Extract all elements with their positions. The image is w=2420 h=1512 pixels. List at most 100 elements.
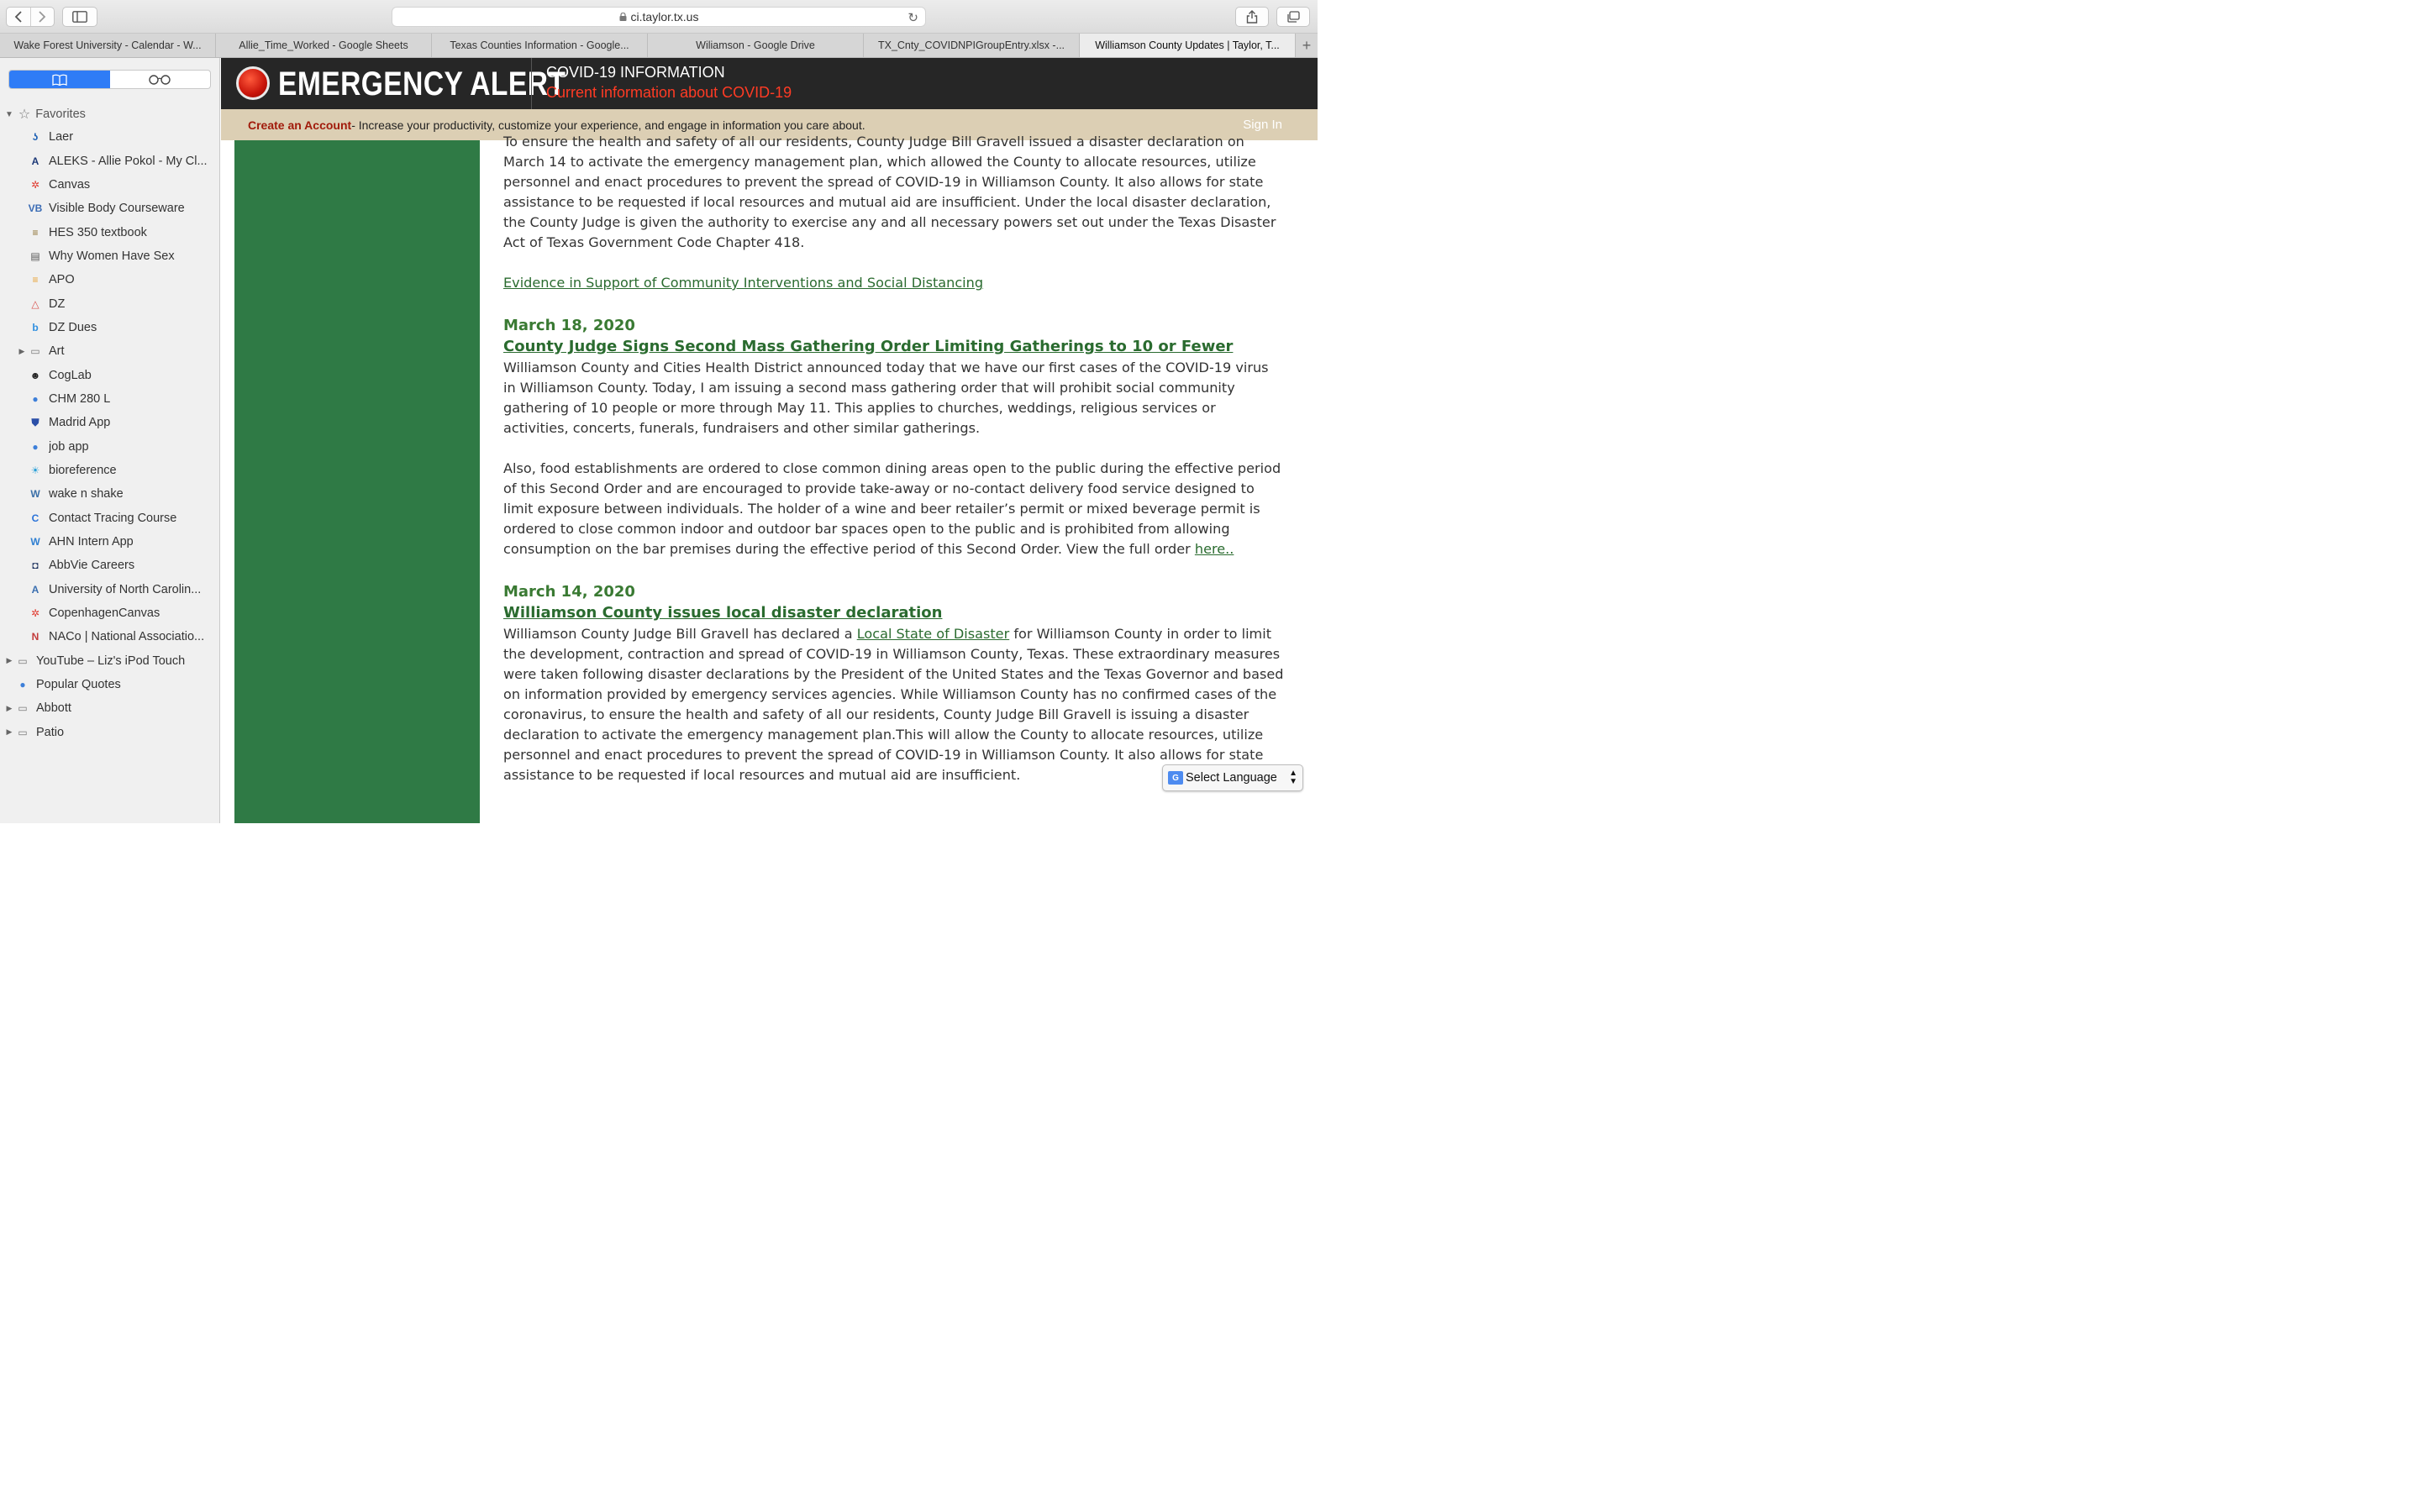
wordpress-icon: W: [30, 488, 40, 501]
create-account-link[interactable]: Create an Account: [248, 118, 351, 132]
post-date: March 14, 2020: [503, 583, 635, 601]
google-translate-icon: G: [1168, 771, 1183, 785]
bookmark-label: Popular Quotes: [36, 678, 121, 692]
bookmark-label: AbbVie Careers: [49, 559, 135, 573]
bookmark-item[interactable]: ◘ AbbVie Careers: [0, 554, 220, 577]
tab-label: Williamson County Updates | Taylor, T...: [1095, 39, 1280, 51]
local-state-of-disaster-link[interactable]: Local State of Disaster: [857, 626, 1010, 642]
folder-icon: ▭: [18, 654, 28, 667]
tab-texas-counties[interactable]: Texas Counties Information - Google...: [432, 34, 648, 57]
bookmark-item[interactable]: ▶ ▭ YouTube – Liz's iPod Touch: [0, 649, 220, 673]
folder-icon: ▭: [18, 702, 28, 715]
coglab-icon: ☻: [29, 369, 41, 381]
chevron-right-icon: [39, 11, 46, 23]
disclosure-down-icon[interactable]: ▼: [5, 110, 13, 119]
emergency-alert-banner[interactable]: EMERGENCY ALERT COVID-19 INFORMATION Cur…: [221, 58, 1318, 109]
bookmark-label: Art: [49, 344, 65, 359]
bookmark-item[interactable]: ✲ Canvas: [0, 173, 220, 197]
bookmark-item[interactable]: △ DZ: [0, 291, 220, 315]
account-banner-text: - Increase your productivity, customize …: [351, 118, 865, 132]
bookmark-item[interactable]: VB Visible Body Courseware: [0, 197, 220, 220]
reload-icon[interactable]: ↻: [908, 10, 918, 25]
bookmark-item[interactable]: ● CHM 280 L: [0, 387, 220, 411]
bookmark-item[interactable]: A ALEKS - Allie Pokol - My Cl...: [0, 149, 220, 172]
bookmark-label: Madrid App: [49, 416, 111, 430]
forward-button[interactable]: [29, 8, 55, 26]
post-date: March 18, 2020: [503, 317, 635, 334]
bookmark-item[interactable]: ▤ Why Women Have Sex: [0, 244, 220, 268]
bookmark-item[interactable]: W AHN Intern App: [0, 530, 220, 554]
naco-icon: N: [31, 631, 39, 643]
bioreference-icon: ☀: [30, 464, 40, 476]
disclosure-right-icon[interactable]: ▶: [16, 347, 28, 356]
bookmark-item[interactable]: ✲ CopenhagenCanvas: [0, 601, 220, 625]
back-button[interactable]: [7, 8, 30, 26]
bookmark-label: CogLab: [49, 368, 92, 382]
bookmark-item[interactable]: b DZ Dues: [0, 316, 220, 339]
bookmark-label: Canvas: [49, 177, 91, 192]
sign-in-link[interactable]: Sign In: [1243, 118, 1282, 132]
reading-list-tab[interactable]: [110, 71, 211, 88]
new-tab-button[interactable]: +: [1296, 34, 1318, 57]
full-order-link[interactable]: here..: [1195, 541, 1234, 557]
tab-williamson-county-updates[interactable]: Williamson County Updates | Taylor, T...: [1080, 34, 1296, 57]
navigation-buttons: [6, 7, 55, 27]
bookmark-item[interactable]: N NACo | National Associatio...: [0, 625, 220, 648]
post-headline-link[interactable]: Williamson County issues local disaster …: [503, 602, 1285, 624]
bookmarks-tab[interactable]: [9, 71, 110, 88]
bookmark-item[interactable]: ▶ ▭ Abbott: [0, 696, 220, 720]
tab-williamson-drive[interactable]: Wiliamson - Google Drive: [648, 34, 864, 57]
sidebar-toggle-button[interactable]: [62, 7, 97, 27]
post-headline-link[interactable]: County Judge Signs Second Mass Gathering…: [503, 336, 1285, 358]
bookmark-item[interactable]: ʖ Laer: [0, 125, 220, 149]
disclosure-right-icon[interactable]: ▶: [3, 727, 15, 737]
alert-info-title[interactable]: COVID-19 INFORMATION: [546, 64, 725, 81]
tab-allie-time-worked[interactable]: Allie_Time_Worked - Google Sheets: [216, 34, 432, 57]
url-text: ci.taylor.tx.us: [630, 10, 699, 24]
bookmark-label: CopenhagenCanvas: [49, 606, 160, 621]
bookmark-item[interactable]: ▶ ▭ Patio: [0, 721, 220, 744]
disclosure-right-icon[interactable]: ▶: [3, 704, 15, 713]
select-language-dropdown[interactable]: G Select Language ▲ ▼: [1162, 764, 1303, 791]
bookmark-item[interactable]: ☀ bioreference: [0, 459, 220, 482]
bookmark-item[interactable]: A University of North Carolin...: [0, 578, 220, 601]
post-paragraph: Williamson County Judge Bill Gravell has…: [503, 624, 1285, 785]
alert-info-subtitle[interactable]: Current information about COVID-19: [546, 84, 792, 102]
sidebar-icon: [72, 11, 87, 23]
bookmark-item[interactable]: ● job app: [0, 434, 220, 458]
aleks-icon: A: [31, 155, 39, 167]
bookmark-item[interactable]: ≡ APO: [0, 268, 220, 291]
bookmark-item[interactable]: Wwake n shake: [0, 482, 220, 506]
bookmarks-list: ʖ Laer A ALEKS - Allie Pokol - My Cl... ✲ Can…: [0, 125, 220, 744]
disclosure-right-icon[interactable]: ▶: [3, 656, 15, 665]
bookmark-item[interactable]: ☻ CogLab: [0, 363, 220, 386]
bookmark-item[interactable]: ● Popular Quotes: [0, 673, 220, 696]
bookmark-label: bioreference: [49, 463, 117, 477]
evidence-link[interactable]: Evidence in Support of Community Interve…: [503, 275, 983, 291]
address-bar[interactable]: ci.taylor.tx.us ↻: [392, 7, 926, 27]
alert-divider: [531, 58, 532, 109]
alert-title: EMERGENCY ALERT: [278, 66, 566, 102]
canvas-icon: ✲: [30, 607, 40, 620]
bookmark-item[interactable]: ≡ HES 350 textbook: [0, 220, 220, 244]
abbvie-icon: ◘: [32, 559, 39, 572]
share-button[interactable]: [1235, 7, 1269, 27]
left-green-column: [234, 140, 480, 823]
favorites-label: Favorites: [35, 108, 86, 121]
browser-toolbar: ci.taylor.tx.us ↻: [0, 0, 1318, 34]
bookmark-label: Laer: [49, 130, 74, 144]
tab-tx-cnty-xlsx[interactable]: TX_Cnty_COVIDNPIGroupEntry.xlsx -...: [864, 34, 1080, 57]
bookmark-item[interactable]: C Contact Tracing Course: [0, 507, 220, 530]
favorites-header[interactable]: ▼ ☆ Favorites: [5, 106, 86, 123]
bookmark-label: YouTube – Liz's iPod Touch: [36, 654, 186, 668]
bookmark-item[interactable]: ⛊ Madrid App: [0, 411, 220, 434]
bookmark-label: ALEKS - Allie Pokol - My Cl...: [49, 154, 208, 168]
tab-wake-forest-calendar[interactable]: Wake Forest University - Calendar - W...: [0, 34, 216, 57]
bookmark-item[interactable]: ▶ ▭ Art: [0, 339, 220, 363]
globe-icon: ●: [32, 440, 39, 453]
chevron-left-icon: [14, 11, 22, 23]
tab-label: TX_Cnty_COVIDNPIGroupEntry.xlsx -...: [877, 39, 1065, 51]
show-tabs-button[interactable]: [1276, 7, 1310, 27]
laer-icon: ʖ: [32, 131, 39, 144]
canvas-icon: ✲: [30, 178, 40, 191]
